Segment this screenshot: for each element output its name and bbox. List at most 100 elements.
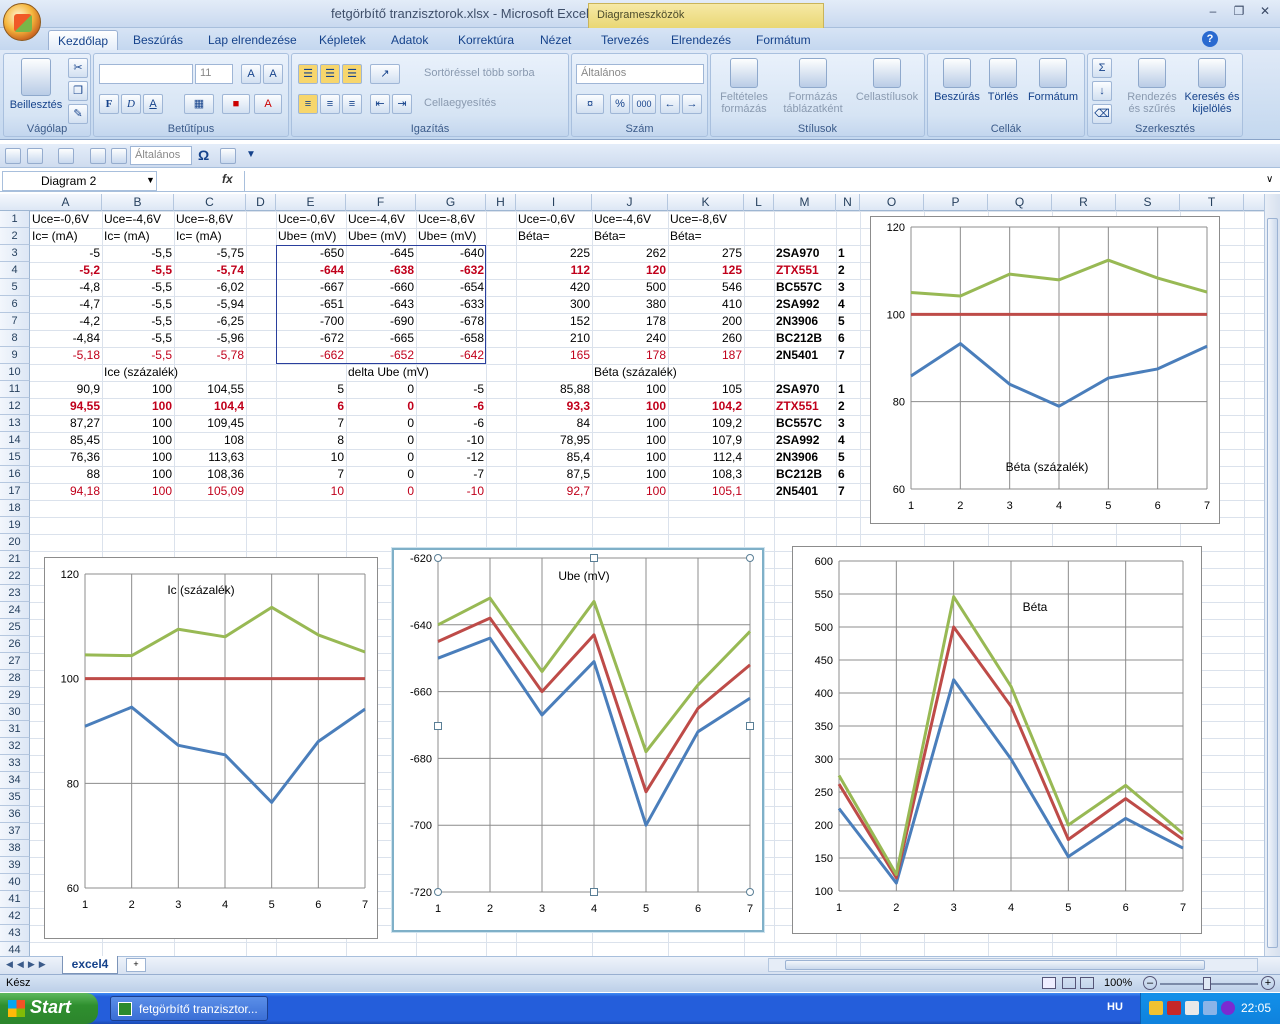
cell[interactable]: -4,7: [30, 296, 102, 313]
cell[interactable]: 87,27: [30, 415, 102, 432]
omega-button[interactable]: Ω: [198, 147, 209, 163]
cell[interactable]: -5,78: [174, 347, 246, 364]
row-header[interactable]: 29: [0, 687, 30, 704]
resize-handle[interactable]: [590, 554, 598, 562]
page-layout-icon[interactable]: [1062, 977, 1076, 989]
thousands-button[interactable]: 000: [632, 94, 656, 114]
cell[interactable]: -5,5: [102, 330, 174, 347]
tab-korrektura[interactable]: Korrektúra: [449, 30, 523, 50]
cell[interactable]: -6,25: [174, 313, 246, 330]
cell[interactable]: 93,3: [516, 398, 592, 415]
cell[interactable]: Ice (százalék): [102, 364, 178, 381]
cell[interactable]: 2N3906: [774, 313, 836, 330]
cell[interactable]: 108,36: [174, 466, 246, 483]
cell[interactable]: Uce=-0,6V: [516, 211, 592, 228]
tab-kezdolap[interactable]: Kezdőlap: [48, 30, 119, 50]
cell[interactable]: 546: [668, 279, 744, 296]
row-header[interactable]: 13: [0, 415, 30, 432]
cell[interactable]: Uce=-8,6V: [416, 211, 486, 228]
cell[interactable]: 2: [836, 398, 860, 415]
tab-tervezes[interactable]: Tervezés: [592, 30, 658, 50]
row-header[interactable]: 5: [0, 279, 30, 296]
cell[interactable]: 5: [276, 381, 346, 398]
cell[interactable]: -5,18: [30, 347, 102, 364]
resize-handle[interactable]: [434, 888, 442, 896]
cell[interactable]: 112: [516, 262, 592, 279]
row-header[interactable]: 43: [0, 925, 30, 942]
row-header[interactable]: 44: [0, 942, 30, 956]
cell[interactable]: 5: [836, 449, 860, 466]
cell[interactable]: 100: [592, 449, 668, 466]
grow-font-icon[interactable]: A: [241, 64, 261, 84]
network-icon[interactable]: [1203, 1001, 1217, 1015]
print-preview-icon[interactable]: [90, 148, 106, 164]
resize-handle[interactable]: [746, 888, 754, 896]
currency-icon[interactable]: ¤: [576, 94, 604, 114]
cell[interactable]: 8: [276, 432, 346, 449]
cell[interactable]: -5: [30, 245, 102, 262]
copy-icon[interactable]: ❐: [68, 81, 88, 101]
cell[interactable]: 109,2: [668, 415, 744, 432]
cell[interactable]: 90,9: [30, 381, 102, 398]
cell[interactable]: 7: [836, 347, 860, 364]
cell[interactable]: -5,94: [174, 296, 246, 313]
row-header[interactable]: 42: [0, 908, 30, 925]
cell[interactable]: 85,88: [516, 381, 592, 398]
insert-cells-button[interactable]: Beszúrás: [931, 58, 983, 103]
cell[interactable]: ZTX551: [774, 398, 836, 415]
align-left-icon[interactable]: ≡: [298, 94, 318, 114]
cell[interactable]: 420: [516, 279, 592, 296]
chart-ic-percent[interactable]: 60 80 100 120 1 2 3 4 5 6 7 Ic (százalék): [44, 557, 378, 939]
cell[interactable]: 10: [276, 483, 346, 500]
cell[interactable]: 500: [592, 279, 668, 296]
cell[interactable]: 410: [668, 296, 744, 313]
chart-beta[interactable]: 100 150 200 250 300 350 400 450 500 550 600 1 2 3 4 5 6 7…: [792, 546, 1202, 934]
row-header[interactable]: 22: [0, 568, 30, 585]
cell[interactable]: 104,4: [174, 398, 246, 415]
cell[interactable]: 105,1: [668, 483, 744, 500]
cell[interactable]: Béta (százalék): [592, 364, 677, 381]
tab-formatum[interactable]: Formátum: [747, 30, 820, 50]
row-header[interactable]: 20: [0, 534, 30, 551]
restore-icon[interactable]: ❐: [1232, 4, 1246, 18]
find-select-button[interactable]: Keresés és kijelölés: [1182, 58, 1242, 115]
row-header[interactable]: 23: [0, 585, 30, 602]
cell[interactable]: 380: [592, 296, 668, 313]
namebox-dropdown-icon[interactable]: ▼: [146, 175, 155, 185]
row-header[interactable]: 31: [0, 721, 30, 738]
row-header[interactable]: 3: [0, 245, 30, 262]
clear-icon[interactable]: ⌫: [1092, 104, 1112, 124]
tab-nezet[interactable]: Nézet: [531, 30, 580, 50]
row-header[interactable]: 26: [0, 636, 30, 653]
row-header[interactable]: 24: [0, 602, 30, 619]
sheet-tab-excel4[interactable]: excel4: [62, 956, 118, 974]
cell[interactable]: 275: [668, 245, 744, 262]
cell[interactable]: Uce=-8,6V: [174, 211, 246, 228]
row-header[interactable]: 1: [0, 211, 30, 228]
language-indicator[interactable]: HU: [1107, 1001, 1123, 1013]
cell[interactable]: 104,2: [668, 398, 744, 415]
horizontal-scroll-thumb[interactable]: [785, 960, 1205, 970]
column-header[interactable]: C: [174, 194, 246, 211]
cell[interactable]: 100: [592, 415, 668, 432]
cell[interactable]: BC557C: [774, 279, 836, 296]
row-header[interactable]: 37: [0, 823, 30, 840]
cell[interactable]: 4: [836, 432, 860, 449]
zoom-out-icon[interactable]: –: [1143, 976, 1157, 990]
column-header[interactable]: L: [744, 194, 774, 211]
row-header[interactable]: 19: [0, 517, 30, 534]
row-header[interactable]: 8: [0, 330, 30, 347]
cell[interactable]: Ube= (mV): [346, 228, 416, 245]
cell[interactable]: 2SA970: [774, 381, 836, 398]
cell[interactable]: 85,45: [30, 432, 102, 449]
help-icon[interactable]: ?: [1202, 31, 1218, 47]
cell[interactable]: 225: [516, 245, 592, 262]
row-header[interactable]: 11: [0, 381, 30, 398]
align-top-icon[interactable]: ☰: [298, 64, 318, 84]
decrease-indent-icon[interactable]: ⇤: [370, 94, 390, 114]
new-sheet-icon[interactable]: +: [126, 958, 146, 972]
row-header[interactable]: 36: [0, 806, 30, 823]
cell[interactable]: 210: [516, 330, 592, 347]
cell[interactable]: Béta=: [592, 228, 668, 245]
cell[interactable]: -5: [416, 381, 486, 398]
